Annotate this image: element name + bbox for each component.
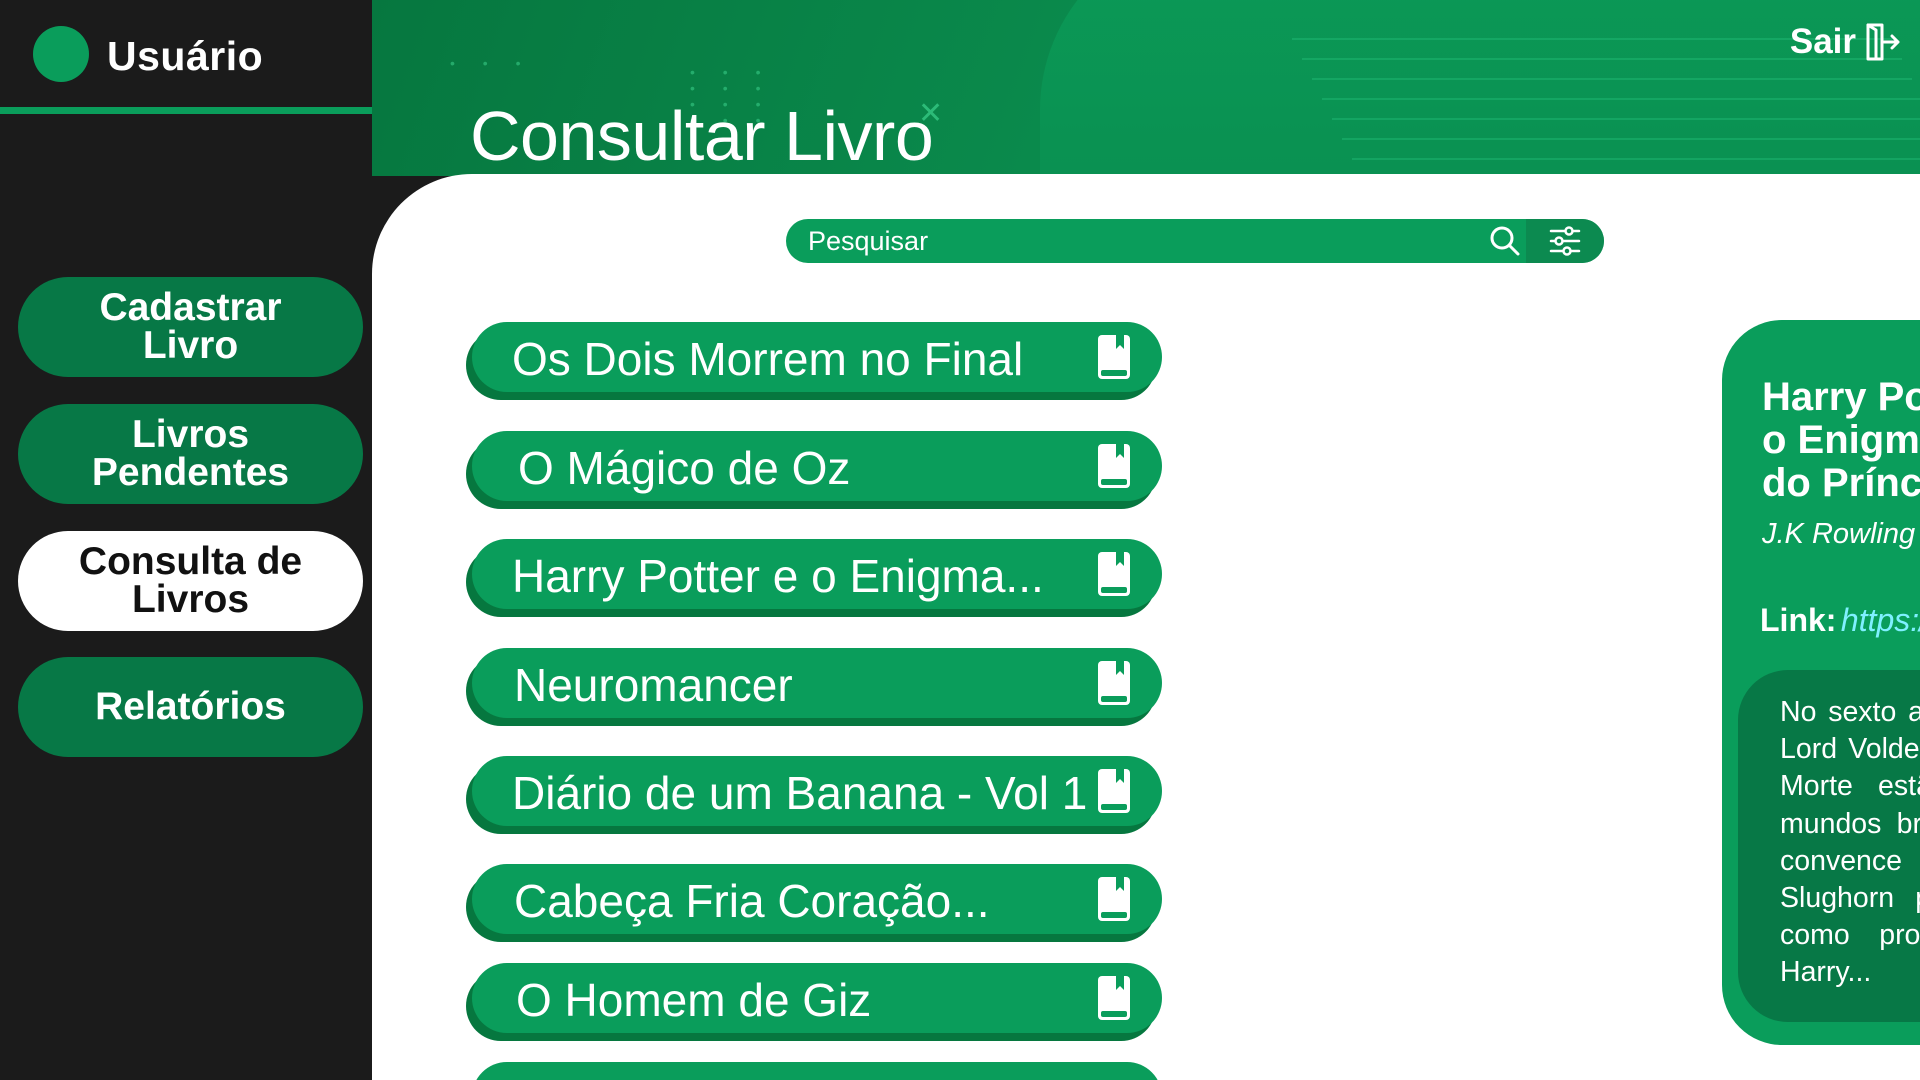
filter-button[interactable] bbox=[1526, 219, 1604, 263]
header-decoration: ✕ bbox=[918, 97, 944, 130]
sidebar: Usuário Cadastrar Livro Livros Pendentes… bbox=[0, 0, 372, 1080]
header-decoration: • • • bbox=[450, 55, 533, 71]
book-title: Harry Potter e o Enigma... bbox=[512, 550, 1044, 602]
book-list-item[interactable]: Cabeça Fria Coração... bbox=[472, 864, 1162, 934]
book-list-item[interactable]: Diário de um Banana - Vol 1 bbox=[472, 756, 1162, 826]
book-title: Diário de um Banana - Vol 1 bbox=[512, 767, 1088, 819]
search-bar bbox=[786, 219, 1604, 263]
header-decoration bbox=[1040, 0, 1920, 176]
logout-button[interactable]: Sair bbox=[1790, 22, 1900, 62]
logout-icon bbox=[1866, 23, 1900, 61]
detail-description-box: No sexto ano de Harry em Hogwarts, Lord … bbox=[1738, 670, 1920, 1022]
header-decoration bbox=[1352, 158, 1920, 160]
nav-cadastrar-livro[interactable]: Cadastrar Livro bbox=[18, 277, 363, 377]
book-icon bbox=[1098, 335, 1130, 379]
detail-title: Harry Potter e o Enigma do Príncipe bbox=[1762, 376, 1920, 505]
nav-consulta-de-livros[interactable]: Consulta de Livros bbox=[18, 531, 363, 631]
header-decoration bbox=[1312, 78, 1912, 80]
book-title: O Homem de Giz bbox=[516, 974, 872, 1026]
main-panel: Os Dois Morrem no Final O Mágico de Oz H… bbox=[372, 174, 1920, 1080]
filter-icon bbox=[1549, 226, 1581, 256]
book-icon bbox=[1098, 661, 1130, 705]
detail-link-label: Link: bbox=[1760, 602, 1837, 638]
book-title: Os Dois Morrem no Final bbox=[512, 333, 1024, 385]
book-title: Cabeça Fria Coração... bbox=[514, 875, 990, 927]
book-list-item[interactable]: Harry Potter e o Enigma... bbox=[472, 539, 1162, 609]
book-title: O Mágico de Oz bbox=[518, 442, 851, 494]
book-list-item[interactable]: O Mágico de Oz bbox=[472, 431, 1162, 501]
detail-title-line: o Enigma bbox=[1762, 418, 1920, 462]
nav-livros-pendentes[interactable]: Livros Pendentes bbox=[18, 404, 363, 504]
user-profile[interactable]: Usuário bbox=[0, 0, 372, 110]
detail-link-row: Link: https://www.amazon.com.br/Ha bbox=[1760, 602, 1920, 639]
nav-relatorios[interactable]: Relatórios bbox=[18, 657, 363, 757]
book-list-item[interactable]: Neuromancer bbox=[472, 648, 1162, 718]
book-list-item[interactable] bbox=[472, 1062, 1162, 1080]
book-icon bbox=[1098, 444, 1130, 488]
avatar bbox=[33, 26, 89, 82]
header-decoration bbox=[1322, 98, 1920, 100]
header-decoration bbox=[1332, 118, 1920, 120]
logout-label: Sair bbox=[1789, 22, 1856, 61]
book-title: Neuromancer bbox=[514, 659, 793, 711]
book-list-item[interactable]: O Homem de Giz bbox=[472, 963, 1162, 1033]
user-divider bbox=[0, 107, 372, 114]
detail-title-line: Harry Potter e bbox=[1762, 375, 1920, 419]
book-icon bbox=[1098, 877, 1130, 921]
search-input[interactable] bbox=[808, 219, 1448, 263]
page-title: Consultar Livro bbox=[470, 97, 934, 175]
book-icon bbox=[1098, 976, 1130, 1020]
detail-link[interactable]: https://www.amazon.com.br/Ha bbox=[1841, 602, 1920, 638]
book-icon bbox=[1098, 769, 1130, 813]
search-icon[interactable] bbox=[1488, 224, 1522, 258]
user-name: Usuário bbox=[107, 33, 264, 79]
detail-description: No sexto ano de Harry em Hogwarts, Lord … bbox=[1780, 696, 1920, 989]
book-list-item[interactable]: Os Dois Morrem no Final bbox=[472, 322, 1162, 392]
header-decoration bbox=[1342, 138, 1920, 140]
detail-author: J.K Rowling bbox=[1762, 518, 1916, 550]
book-detail-card: Harry Potter e o Enigma do Príncipe J.K … bbox=[1722, 320, 1920, 1045]
book-icon bbox=[1098, 552, 1130, 596]
detail-title-line: do Príncipe bbox=[1762, 461, 1920, 505]
